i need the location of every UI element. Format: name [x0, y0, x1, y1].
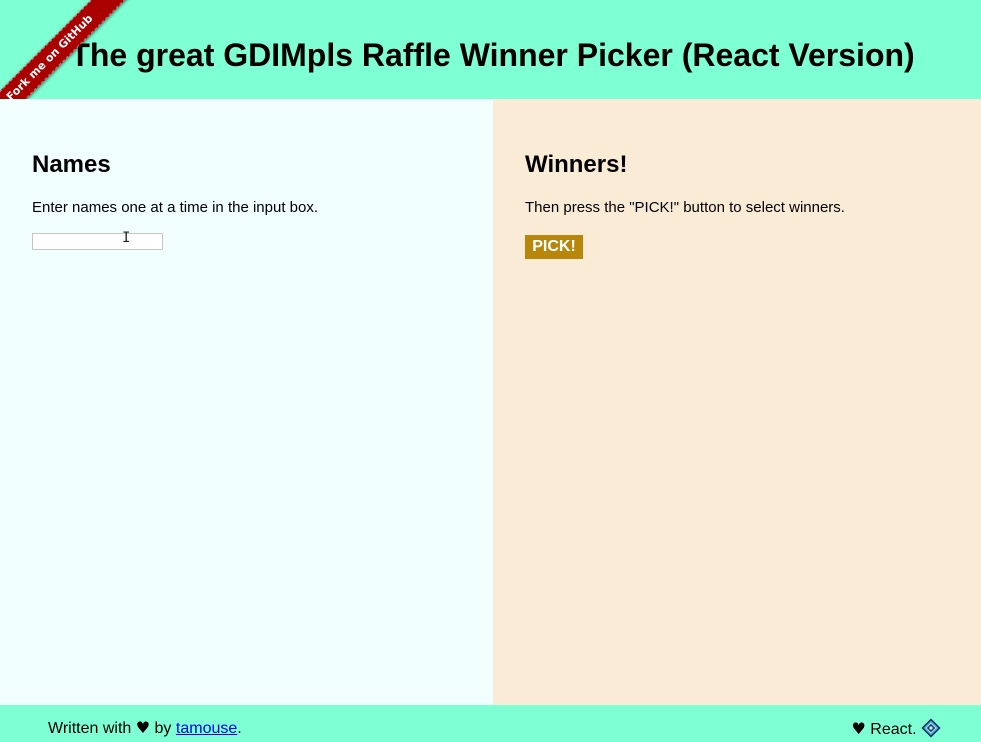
text-cursor-icon: I: [122, 230, 131, 246]
react-logo-icon: [921, 718, 941, 738]
by-text: by: [154, 720, 172, 737]
footer-credit: Written with ♥ by tamouse.: [48, 718, 242, 739]
page-header: The great GDIMpls Raffle Winner Picker (…: [0, 0, 981, 99]
page: The great GDIMpls Raffle Winner Picker (…: [0, 0, 981, 742]
names-panel: Names Enter names one at a time in the i…: [0, 99, 493, 705]
name-input[interactable]: [32, 233, 163, 250]
page-footer: Written with ♥ by tamouse. ♥ React.: [0, 705, 981, 742]
footer-react-credit: ♥ React.: [852, 718, 942, 740]
heart-icon: ♥: [851, 719, 866, 738]
page-title: The great GDIMpls Raffle Winner Picker (…: [70, 37, 915, 73]
winners-panel: Winners! Then press the "PICK!" button t…: [493, 99, 981, 705]
winners-heading: Winners!: [525, 151, 628, 178]
pick-button[interactable]: PICK!: [525, 235, 583, 259]
heart-icon: ♥: [135, 718, 151, 737]
winners-instructions: Then press the "PICK!" button to select …: [525, 199, 845, 216]
names-heading: Names: [32, 151, 111, 178]
react-text: React.: [870, 721, 917, 738]
names-instructions: Enter names one at a time in the input b…: [32, 199, 319, 216]
author-link[interactable]: tamouse: [176, 720, 237, 737]
period-text: .: [237, 720, 242, 737]
written-with-text: Written with: [48, 720, 132, 737]
